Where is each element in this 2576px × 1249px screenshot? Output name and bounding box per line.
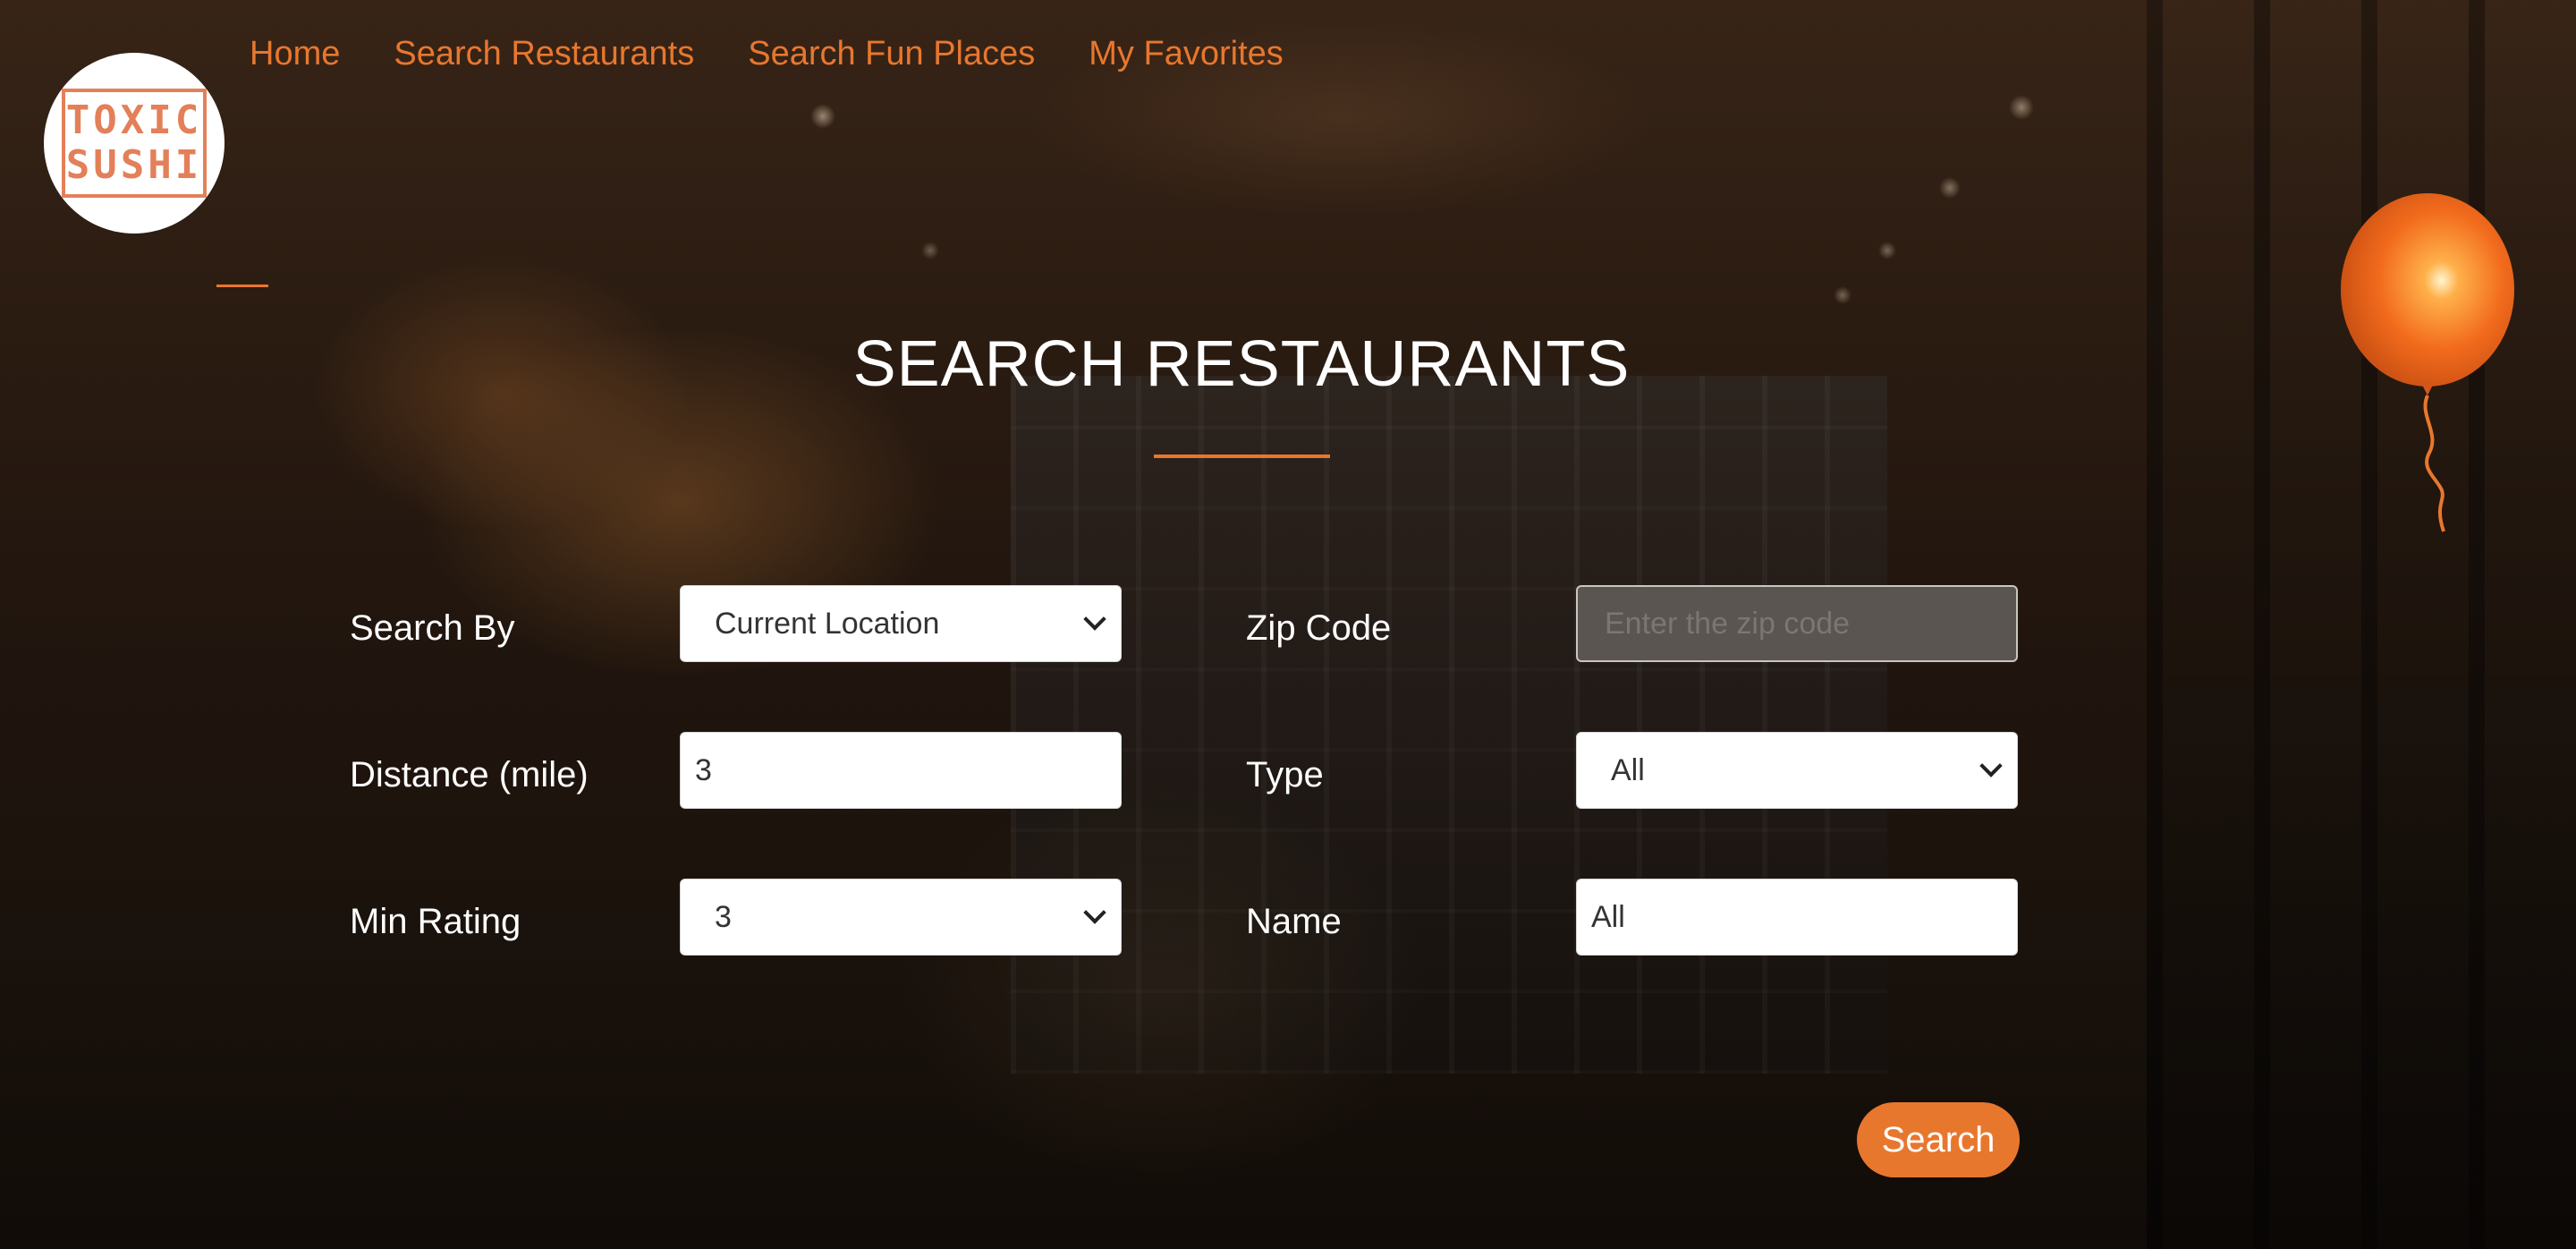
zip-code-label: Zip Code	[1246, 608, 1392, 648]
name-value: All	[1591, 899, 1625, 934]
min-rating-label: Min Rating	[350, 902, 521, 941]
title-divider	[1154, 455, 1330, 458]
logo-divider	[216, 285, 268, 287]
type-value: All	[1611, 752, 1645, 787]
search-by-value: Current Location	[715, 606, 940, 641]
balloon-icon	[2341, 193, 2514, 532]
site-logo[interactable]: TOXIC SUSHI	[44, 53, 225, 234]
name-label: Name	[1246, 902, 1342, 941]
nav-item-search-restaurants[interactable]: Search Restaurants	[394, 30, 694, 77]
distance-input[interactable]: 3	[680, 732, 1122, 809]
logo-line-2: SUSHI	[65, 142, 203, 188]
chevron-down-icon	[1979, 754, 2003, 777]
logo-line-1: TOXIC	[65, 98, 203, 143]
distance-value: 3	[695, 752, 712, 787]
chevron-down-icon	[1083, 608, 1106, 631]
logo-frame: TOXIC SUSHI	[62, 89, 207, 198]
search-by-select[interactable]: Current Location	[680, 585, 1122, 662]
zip-code-placeholder: Enter the zip code	[1605, 606, 1851, 641]
nav-item-home[interactable]: Home	[250, 30, 340, 77]
type-label: Type	[1246, 755, 1324, 794]
search-by-label: Search By	[350, 608, 515, 648]
zip-code-input[interactable]: Enter the zip code	[1576, 585, 2018, 662]
nav-item-my-favorites[interactable]: My Favorites	[1089, 30, 1283, 77]
min-rating-select[interactable]: 3	[680, 879, 1122, 956]
nav-item-search-fun-places[interactable]: Search Fun Places	[748, 30, 1035, 77]
min-rating-value: 3	[715, 899, 732, 934]
search-button[interactable]: Search	[1857, 1102, 2020, 1177]
page-title: SEARCH RESTAURANTS	[852, 328, 1631, 400]
type-select[interactable]: All	[1576, 732, 2018, 809]
distance-label: Distance (mile)	[350, 755, 589, 794]
name-input[interactable]: All	[1576, 879, 2018, 956]
chevron-down-icon	[1083, 901, 1106, 924]
main-nav: Home Search Restaurants Search Fun Place…	[250, 30, 1284, 77]
